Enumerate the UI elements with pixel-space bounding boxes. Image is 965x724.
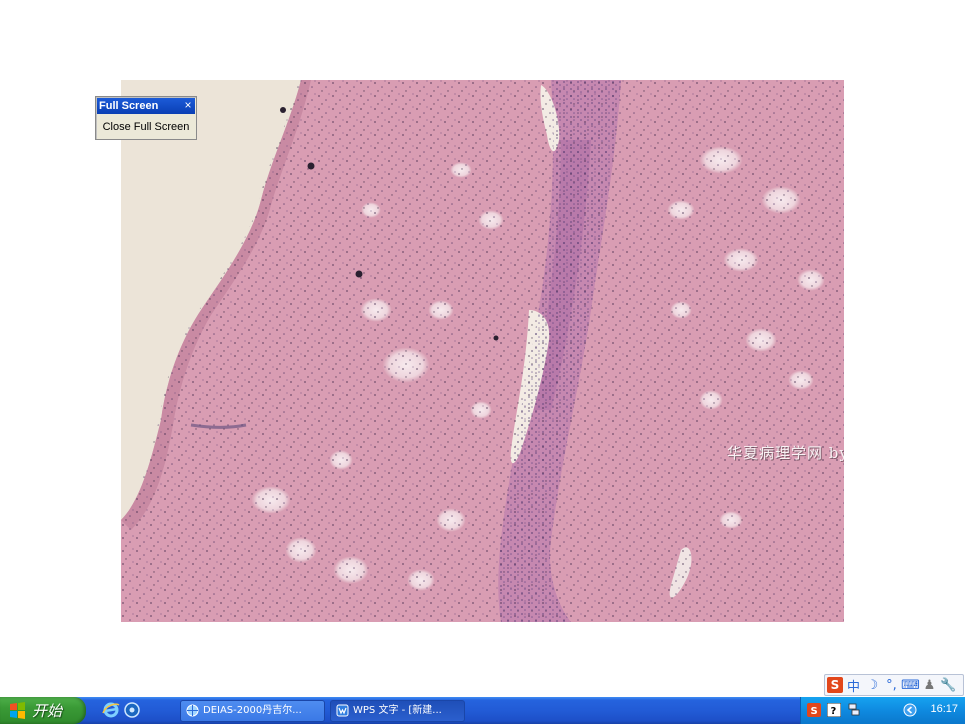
arrow-icon[interactable] bbox=[903, 703, 917, 717]
help-icon[interactable]: ? bbox=[827, 703, 841, 717]
fullscreen-toolbar-title: Full Screen bbox=[97, 98, 195, 114]
network-icon[interactable] bbox=[847, 703, 861, 717]
punctuation-icon[interactable]: °, bbox=[883, 676, 900, 694]
media-icon[interactable] bbox=[123, 701, 141, 719]
histology-image: 华夏病理学网 by hyfhql bbox=[121, 80, 844, 622]
sogou-logo-icon[interactable]: S bbox=[827, 677, 843, 693]
user-icon[interactable]: ♟ bbox=[921, 676, 938, 694]
keyboard-icon[interactable]: ⌨ bbox=[901, 676, 920, 694]
start-button[interactable]: 开始 bbox=[0, 697, 86, 724]
input-mode-toggle[interactable]: 中 bbox=[845, 676, 862, 695]
task-button-deias[interactable]: DEIAS-2000丹吉尔... bbox=[180, 700, 325, 722]
task-button-wps[interactable]: WPS 文字 - [新建... bbox=[330, 700, 465, 722]
taskbar: 开始 DEIAS-2000丹吉尔... WPS 文字 - [新建... S ? bbox=[0, 697, 965, 724]
ime-language-bar[interactable]: S 中 ☽ °, ⌨ ♟ 🔧 bbox=[824, 674, 964, 696]
desktop: 华夏病理学网 by hyfhql Full Screen × Close Ful… bbox=[0, 0, 965, 697]
windows-logo-icon bbox=[10, 702, 25, 719]
svg-text:S: S bbox=[811, 706, 818, 717]
app-globe-icon bbox=[186, 704, 199, 717]
wps-icon bbox=[336, 704, 349, 717]
task-button-label: DEIAS-2000丹吉尔... bbox=[203, 705, 302, 716]
close-full-screen-button[interactable]: Close Full Screen bbox=[99, 117, 193, 137]
wrench-icon[interactable]: 🔧 bbox=[940, 676, 957, 694]
svg-text:?: ? bbox=[831, 706, 837, 717]
moon-icon[interactable]: ☽ bbox=[864, 676, 881, 694]
ie-icon[interactable] bbox=[102, 701, 120, 719]
clock[interactable]: 16:17 bbox=[930, 703, 958, 715]
sogou-icon[interactable]: S bbox=[807, 703, 821, 717]
fullscreen-toolbar: Full Screen × Close Full Screen bbox=[95, 96, 197, 140]
image-watermark: 华夏病理学网 by hyfhql bbox=[727, 444, 844, 462]
task-button-label: WPS 文字 - [新建... bbox=[353, 705, 442, 716]
start-label: 开始 bbox=[32, 702, 63, 720]
close-icon[interactable]: × bbox=[182, 97, 194, 113]
system-tray: S ? 16:17 bbox=[800, 697, 965, 724]
